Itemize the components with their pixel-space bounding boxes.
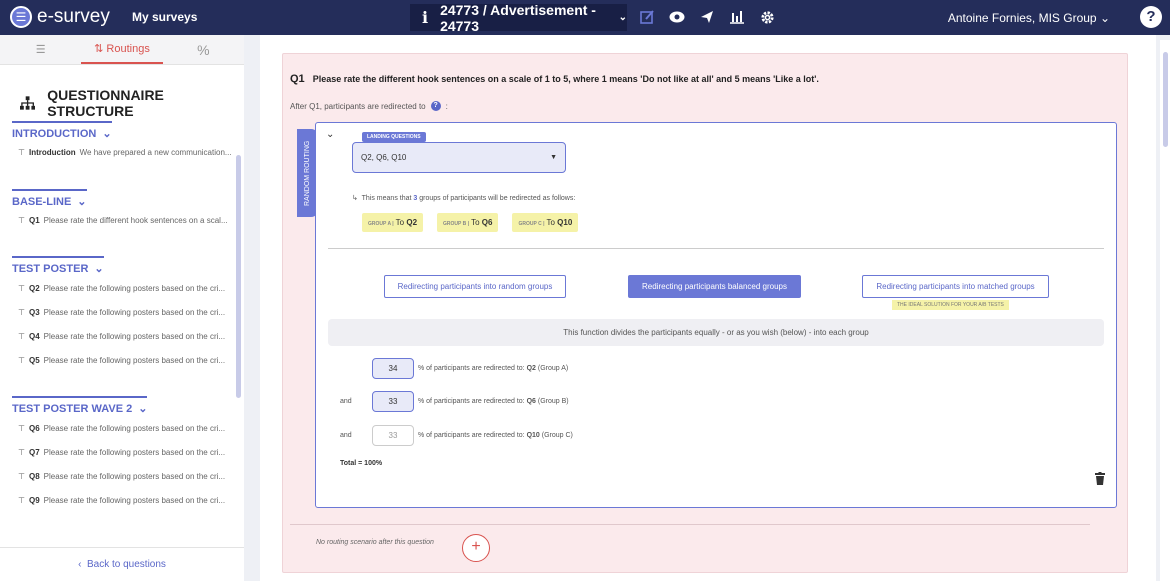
section-introduction[interactable]: INTRODUCTION ⌄ — [12, 121, 112, 140]
chevron-down-icon[interactable]: ⌄ — [326, 129, 334, 140]
dropdown-arrow-icon: ▼ — [550, 154, 557, 161]
top-bar: ☰ e-survey My surveys i 24773 / Advertis… — [0, 0, 1170, 35]
landing-questions-select[interactable]: Q2, Q6, Q10 ▼ — [352, 142, 566, 173]
pin-icon: ⊤ — [18, 332, 25, 341]
pin-icon: ⊤ — [18, 216, 25, 225]
landing-questions-label: LANDING QUESTIONS — [362, 132, 426, 142]
tab-routings[interactable]: ⇅ Routings — [81, 35, 163, 64]
sidebar-item-q8[interactable]: ⊤ Q8 Please rate the following posters bas… — [18, 472, 225, 481]
percentage-row: and 33% of participants are redirected to… — [340, 425, 573, 446]
no-routing-text: No routing scenario after this question — [316, 539, 434, 546]
trash-icon[interactable] — [1095, 472, 1105, 485]
chevron-down-icon: ⌄ — [1099, 11, 1110, 25]
pin-icon: ⊤ — [18, 308, 25, 317]
sidebar-item-introduction[interactable]: ⊤ Introduction We have prepared a new comm… — [18, 148, 232, 157]
section-base-line[interactable]: BASE-LINE ⌄ — [12, 189, 87, 208]
percentage-row: and 33% of participants are redirected to… — [340, 391, 569, 412]
structure-title: QUESTIONNAIRE STRUCTURE — [20, 87, 244, 119]
pin-icon: ⊤ — [18, 356, 25, 365]
balanced-groups-button[interactable]: Redirecting participants balanced groups — [628, 275, 801, 298]
percentage-input[interactable]: 34 — [372, 358, 414, 379]
groups-explanation: ↳ This means that 3 groups of participan… — [352, 195, 576, 202]
sidebar-item-q7[interactable]: ⊤ Q7 Please rate the following posters bas… — [18, 448, 225, 457]
routing-icon: ⇅ — [94, 43, 104, 55]
tab-list[interactable]: ☰ — [0, 35, 81, 64]
after-question-label: After Q1, participants are redirected to… — [290, 101, 448, 111]
logo-icon: ☰ — [10, 6, 32, 28]
sidebar: ☰ ⇅ Routings % QUESTIONNAIRE STRUCTURE I… — [0, 35, 244, 581]
survey-selector[interactable]: i 24773 / Advertisement - 24773 ⌄ — [410, 1, 627, 34]
results-chart-icon[interactable] — [728, 8, 746, 26]
chevron-left-icon: ‹ — [78, 559, 82, 570]
pin-icon: ⊤ — [18, 448, 25, 457]
main-scrollbar[interactable] — [1160, 40, 1170, 581]
user-name: Antoine Fornies, MIS Group — [947, 11, 1097, 25]
sitemap-icon — [20, 96, 36, 110]
question-mark-icon[interactable]: ? — [430, 101, 441, 111]
tab-routings-label: Routings — [106, 42, 150, 55]
percentage-input-disabled: 33 — [372, 425, 414, 446]
group-c-badge: GROUP C | To Q10 — [512, 213, 579, 232]
group-a-badge: GROUP A | To Q2 — [362, 213, 424, 232]
divider — [290, 524, 1090, 525]
random-groups-button[interactable]: Redirecting participants into random gro… — [384, 275, 566, 298]
edit-icon[interactable] — [638, 8, 656, 26]
preview-eye-icon[interactable] — [668, 8, 686, 26]
brand-name: e-survey — [37, 6, 110, 27]
ideal-solution-badge: THE IDEAL SOLUTION FOR YOUR A/B TESTS — [892, 300, 1009, 310]
my-surveys-link[interactable]: My surveys — [132, 10, 197, 24]
chevron-down-icon: ⌄ — [618, 12, 627, 23]
pin-icon: ⊤ — [18, 148, 25, 157]
tab-quotas[interactable]: % — [163, 35, 244, 64]
send-icon[interactable] — [698, 8, 716, 26]
sidebar-item-q2[interactable]: ⊤ Q2 Please rate the following posters bas… — [18, 284, 225, 293]
percentage-input[interactable]: 33 — [372, 391, 414, 412]
list-icon: ☰ — [35, 44, 46, 56]
percentage-row: 34% of participants are redirected to: Q… — [340, 358, 568, 379]
matched-groups-button[interactable]: Redirecting participants into matched gr… — [862, 275, 1049, 298]
pin-icon: ⊤ — [18, 496, 25, 505]
sidebar-scrollbar[interactable] — [236, 155, 241, 398]
pin-icon: ⊤ — [18, 424, 25, 433]
divider — [328, 248, 1104, 249]
routing-panel: ⌄ LANDING QUESTIONS Q2, Q6, Q10 ▼ ↳ This … — [315, 122, 1117, 508]
sidebar-item-q5[interactable]: ⊤ Q5 Please rate the following posters bas… — [18, 356, 225, 365]
sidebar-item-q3[interactable]: ⊤ Q3 Please rate the following posters bas… — [18, 308, 225, 317]
sidebar-item-q1[interactable]: ⊤ Q1 Please rate the different hook senten… — [18, 216, 228, 225]
help-icon[interactable]: ? — [1140, 6, 1162, 28]
pin-icon: ⊤ — [18, 284, 25, 293]
sidebar-item-q4[interactable]: ⊤ Q4 Please rate the following posters bas… — [18, 332, 225, 341]
back-to-questions-link[interactable]: ‹ Back to questions — [0, 547, 244, 581]
percent-icon: % — [197, 41, 210, 58]
group-b-badge: GROUP B | To Q6 — [437, 213, 499, 232]
section-test-poster-wave-2[interactable]: TEST POSTER WAVE 2 ⌄ — [12, 396, 148, 415]
info-icon[interactable]: i — [422, 8, 428, 27]
main-content: Q1 Please rate the different hook sentenc… — [260, 35, 1156, 581]
add-routing-button[interactable]: + — [462, 534, 490, 562]
user-menu[interactable]: Antoine Fornies, MIS Group ⌄ — [948, 11, 1110, 25]
question-title: Q1 Please rate the different hook sentenc… — [290, 73, 819, 85]
total-label: Total = 100% — [340, 460, 383, 467]
sidebar-item-q9[interactable]: ⊤ Q9 Please rate the following posters bas… — [18, 496, 225, 505]
function-description: This function divides the participants e… — [328, 319, 1104, 346]
logo[interactable]: ☰ e-survey — [10, 6, 110, 28]
sidebar-item-q6[interactable]: ⊤ Q6 Please rate the following posters bas… — [18, 424, 225, 433]
pin-icon: ⊤ — [18, 472, 25, 481]
section-test-poster[interactable]: TEST POSTER ⌄ — [12, 256, 104, 275]
survey-title: 24773 / Advertisement - 24773 — [440, 1, 596, 34]
settings-gear-icon[interactable] — [758, 8, 776, 26]
